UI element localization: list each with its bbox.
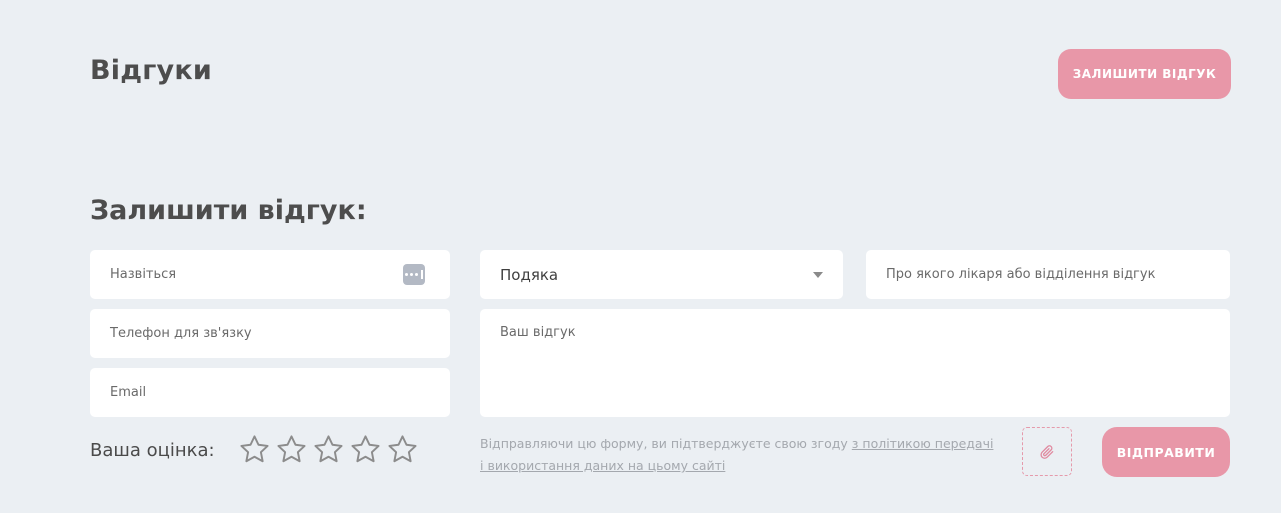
attach-file-button[interactable] bbox=[1022, 427, 1072, 476]
form-title: Залишити відгук: bbox=[90, 195, 367, 226]
doctor-placeholder: Про якого лікаря або відділення відгук bbox=[886, 267, 1156, 282]
name-input[interactable]: Назвіться bbox=[90, 250, 450, 299]
password-manager-icon[interactable] bbox=[403, 264, 425, 285]
review-type-value: Подяка bbox=[500, 265, 559, 284]
review-placeholder: Ваш відгук bbox=[500, 325, 576, 340]
chevron-down-icon bbox=[813, 272, 823, 278]
review-type-select[interactable]: Подяка bbox=[480, 250, 843, 299]
phone-placeholder: Телефон для зв'язку bbox=[110, 326, 252, 341]
star-icon[interactable] bbox=[276, 434, 307, 465]
doctor-input[interactable]: Про якого лікаря або відділення відгук bbox=[866, 250, 1230, 299]
review-textarea[interactable]: Ваш відгук bbox=[480, 309, 1230, 417]
email-placeholder: Email bbox=[110, 385, 147, 400]
star-icon[interactable] bbox=[387, 434, 418, 465]
consent-statement: Відправляючи цю форму, ви підтверджуєте … bbox=[480, 436, 852, 451]
star-icon[interactable] bbox=[239, 434, 270, 465]
reviews-page: Відгуки ЗАЛИШИТИ ВІДГУК Залишити відгук:… bbox=[0, 0, 1281, 513]
name-placeholder: Назвіться bbox=[110, 267, 177, 282]
rating-label: Ваша оцінка: bbox=[90, 440, 215, 461]
paperclip-icon bbox=[1040, 444, 1054, 459]
star-icon[interactable] bbox=[350, 434, 381, 465]
email-input[interactable]: Email bbox=[90, 368, 450, 417]
send-button[interactable]: ВІДПРАВИТИ bbox=[1102, 427, 1230, 477]
phone-input[interactable]: Телефон для зв'язку bbox=[90, 309, 450, 358]
star-icon[interactable] bbox=[313, 434, 344, 465]
rating-stars bbox=[239, 434, 418, 465]
leave-review-button[interactable]: ЗАЛИШИТИ ВІДГУК bbox=[1058, 49, 1231, 99]
consent-text: Відправляючи цю форму, ви підтверджуєте … bbox=[480, 433, 1000, 477]
page-title: Відгуки bbox=[90, 55, 212, 86]
